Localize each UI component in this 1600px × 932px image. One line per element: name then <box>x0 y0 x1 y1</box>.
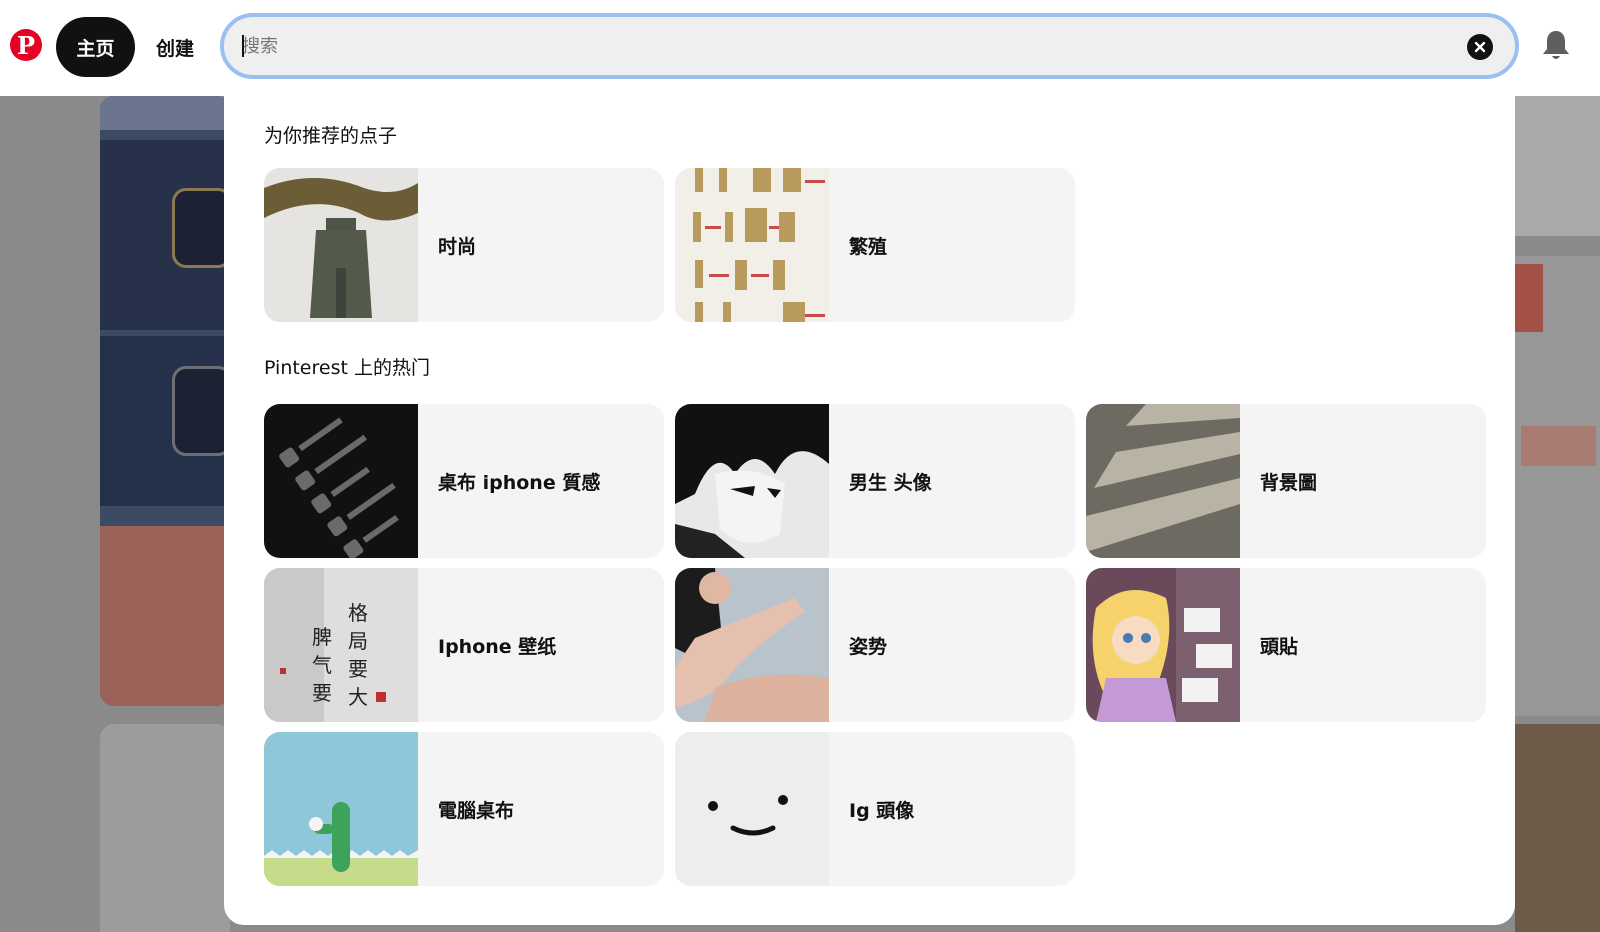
search-bar[interactable] <box>220 13 1519 79</box>
pinterest-logo-icon[interactable]: P <box>10 29 42 61</box>
background-pin-form <box>100 724 230 932</box>
trending-label: 桌布 iphone 質感 <box>438 471 601 494</box>
trending-label: Ig 頭像 <box>849 799 915 822</box>
trending-label: 姿势 <box>849 635 888 658</box>
svg-text:要: 要 <box>348 657 368 681</box>
clear-search-button[interactable] <box>1467 34 1493 60</box>
nav-home-button[interactable]: 主页 <box>56 17 135 77</box>
dark-phone-thumbnail <box>264 404 418 558</box>
trending-card-iphone-texture[interactable]: 桌布 iphone 質感 <box>264 404 664 558</box>
suggestion-card-propagation[interactable]: 繁殖 <box>675 168 1075 322</box>
trending-title: Pinterest 上的热门 <box>264 357 430 379</box>
trending-label: Iphone 壁纸 <box>438 635 557 658</box>
fashion-thumbnail <box>264 168 418 322</box>
background-pin-doc <box>1515 256 1600 716</box>
search-input[interactable] <box>242 17 1422 75</box>
svg-text:格: 格 <box>348 601 368 625</box>
close-icon <box>1474 41 1486 53</box>
trending-card-avatar-sticker[interactable]: 頭貼 <box>1086 568 1486 722</box>
top-header: P 主页 创建 <box>0 0 1600 96</box>
trending-label: 男生 头像 <box>849 471 932 494</box>
background-pin-watch <box>100 96 230 706</box>
trending-label: 電腦桌布 <box>438 799 515 822</box>
svg-text:气: 气 <box>312 653 332 677</box>
propagation-thumbnail <box>675 168 829 322</box>
svg-text:要: 要 <box>312 681 332 705</box>
trending-card-iphone-wallpaper[interactable]: 格局要大 脾气要 Iphone 壁纸 <box>264 568 664 722</box>
svg-text:大: 大 <box>348 685 368 709</box>
suggestion-label: 繁殖 <box>849 235 888 258</box>
suggestion-card-fashion[interactable]: 时尚 <box>264 168 664 322</box>
background-pin-portrait <box>1515 96 1600 236</box>
text-caret <box>242 35 244 57</box>
trending-card-pose[interactable]: 姿势 <box>675 568 1075 722</box>
trending-card-boy-avatar[interactable]: 男生 头像 <box>675 404 1075 558</box>
calligraphy-thumbnail: 格局要大 脾气要 <box>264 568 418 722</box>
trending-label: 頭貼 <box>1260 635 1299 658</box>
hands-pose-thumbnail <box>675 568 829 722</box>
trending-card-ig-avatar[interactable]: Ig 頭像 <box>675 732 1075 886</box>
anime-boy-thumbnail <box>675 404 829 558</box>
bell-icon[interactable] <box>1540 28 1572 64</box>
recommended-title: 为你推荐的点子 <box>264 125 398 147</box>
trending-card-desktop-wallpaper[interactable]: 電腦桌布 <box>264 732 664 886</box>
logo-letter: P <box>16 31 36 60</box>
suggestion-label: 时尚 <box>438 235 477 258</box>
smiley-thumbnail <box>675 732 829 886</box>
background-pin-wood <box>1515 724 1600 932</box>
cartoon-princess-thumbnail <box>1086 568 1240 722</box>
nav-create-button[interactable]: 创建 <box>145 17 205 77</box>
trending-label: 背景圖 <box>1260 471 1318 494</box>
crosswalk-thumbnail <box>1086 404 1240 558</box>
svg-text:脾: 脾 <box>312 625 332 649</box>
trending-card-background[interactable]: 背景圖 <box>1086 404 1486 558</box>
svg-text:局: 局 <box>348 629 368 653</box>
search-suggestions-panel: 为你推荐的点子 时尚 繁殖 Pinterest 上的热门 桌布 iphone 質… <box>224 92 1515 925</box>
cactus-character-thumbnail <box>264 732 418 886</box>
